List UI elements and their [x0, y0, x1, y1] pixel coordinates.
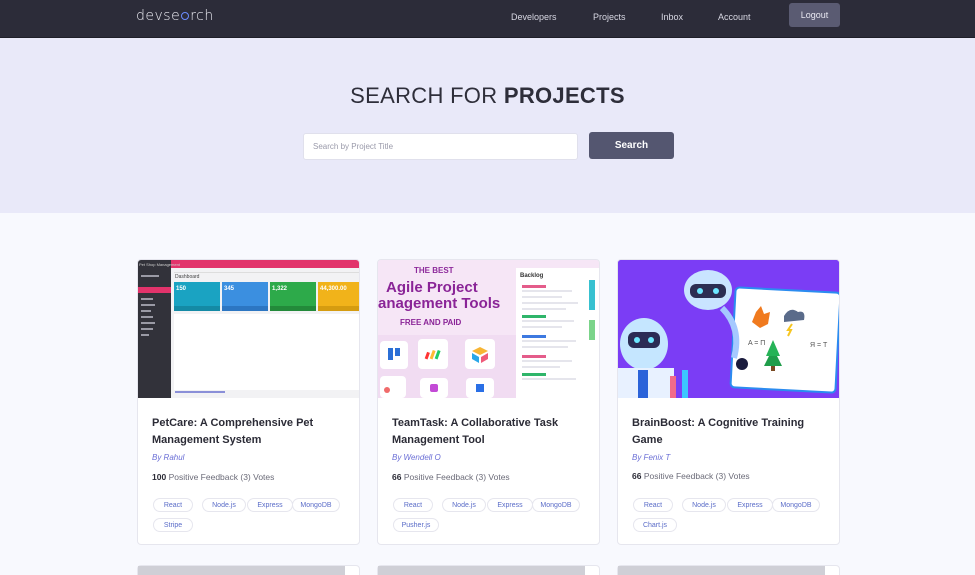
title-light: SEARCH FOR: [350, 83, 498, 108]
project-thumbnail[interactable]: [138, 566, 345, 575]
tag[interactable]: Pusher.js: [393, 518, 439, 532]
thumb-equation: Я = Т: [810, 342, 828, 349]
nav-link-developers[interactable]: Developers: [511, 12, 557, 22]
tag[interactable]: Node.js: [202, 498, 246, 512]
logo[interactable]: devse rch: [136, 8, 214, 24]
votes-text: Positive Feedback (3) Votes: [403, 472, 510, 482]
project-card[interactable]: [377, 565, 600, 575]
nav-link-projects[interactable]: Projects: [593, 12, 626, 22]
project-author[interactable]: By Wendell O: [392, 453, 441, 462]
search-placeholder: Search by Project Title: [313, 142, 394, 151]
thumb-stat: 150: [176, 286, 187, 292]
tag[interactable]: Chart.js: [633, 518, 677, 532]
thumb-stat: 1,322: [272, 286, 288, 292]
tag[interactable]: Stripe: [153, 518, 193, 532]
thumb-heading: Dashboard: [175, 274, 200, 280]
search-input[interactable]: Search by Project Title: [303, 133, 578, 160]
tag[interactable]: Express: [247, 498, 293, 512]
project-card[interactable]: Pet Shop Management Dashboard 150 345 1,…: [137, 259, 360, 545]
thumb-line1: Agile Project: [386, 279, 478, 296]
tag[interactable]: Node.js: [442, 498, 486, 512]
project-votes: 66 Positive Feedback (3) Votes: [392, 472, 510, 482]
navbar: devse rch Developers Projects Inbox Accou…: [0, 0, 975, 38]
tag[interactable]: MongoDB: [292, 498, 340, 512]
tag[interactable]: MongoDB: [532, 498, 580, 512]
project-title[interactable]: TeamTask: A Collaborative Task Managemen…: [392, 415, 587, 449]
project-thumbnail[interactable]: [618, 566, 825, 575]
search-button[interactable]: Search: [589, 132, 674, 159]
thumb-line2: anagement Tools: [378, 295, 501, 312]
project-votes: 66 Positive Feedback (3) Votes: [632, 471, 750, 481]
magnifier-icon: [181, 12, 190, 20]
tag[interactable]: React: [633, 498, 673, 512]
hero-section: SEARCH FOR PROJECTS Search by Project Ti…: [0, 38, 975, 213]
votes-percent: 100: [152, 472, 167, 482]
project-title[interactable]: PetCare: A Comprehensive Pet Management …: [152, 415, 347, 449]
thumb-kicker: THE BEST: [414, 266, 454, 275]
thumb-equation: A = П: [748, 340, 766, 347]
tag[interactable]: Express: [487, 498, 533, 512]
project-title[interactable]: BrainBoost: A Cognitive Training Game: [632, 415, 827, 449]
project-card[interactable]: A = П Я = Т BrainBoost: A Cognitive Trai…: [617, 259, 840, 545]
project-thumbnail[interactable]: A = П Я = Т: [618, 260, 839, 398]
votes-percent: 66: [392, 472, 402, 482]
logout-button[interactable]: Logout: [789, 3, 840, 27]
project-thumbnail[interactable]: THE BEST Agile Project anagement Tools F…: [378, 260, 599, 398]
logo-text-end: rch: [190, 8, 214, 24]
project-thumbnail[interactable]: Pet Shop Management Dashboard 150 345 1,…: [138, 260, 359, 398]
thumb-sidebar-title: Pet Shop Management: [139, 262, 180, 267]
nav-link-account[interactable]: Account: [718, 12, 751, 22]
votes-text: Positive Feedback (3) Votes: [168, 472, 275, 482]
robot-game-image: [618, 260, 839, 398]
project-card[interactable]: [137, 565, 360, 575]
project-card[interactable]: [617, 565, 840, 575]
project-votes: 100 Positive Feedback (3) Votes: [152, 472, 274, 482]
tag[interactable]: React: [153, 498, 193, 512]
votes-text: Positive Feedback (3) Votes: [643, 471, 750, 481]
title-bold: PROJECTS: [503, 83, 625, 108]
project-author[interactable]: By Fenix T: [632, 453, 670, 462]
votes-percent: 66: [632, 471, 642, 481]
project-card[interactable]: THE BEST Agile Project anagement Tools F…: [377, 259, 600, 545]
tag[interactable]: Express: [727, 498, 773, 512]
logo-text-start: devse: [136, 8, 181, 24]
tag[interactable]: React: [393, 498, 433, 512]
nav-link-inbox[interactable]: Inbox: [661, 12, 683, 22]
tag[interactable]: MongoDB: [772, 498, 820, 512]
thumb-stat: 44,300.00: [320, 286, 347, 292]
project-thumbnail[interactable]: [378, 566, 585, 575]
thumb-sub: FREE AND PAID: [400, 318, 462, 327]
project-author[interactable]: By Rahul: [152, 453, 184, 462]
tag[interactable]: Node.js: [682, 498, 726, 512]
thumb-panel-title: Backlog: [520, 273, 544, 279]
dashboard-screenshot-image: [138, 260, 359, 398]
thumb-stat: 345: [224, 286, 235, 292]
page-title: SEARCH FOR PROJECTS: [0, 83, 975, 109]
